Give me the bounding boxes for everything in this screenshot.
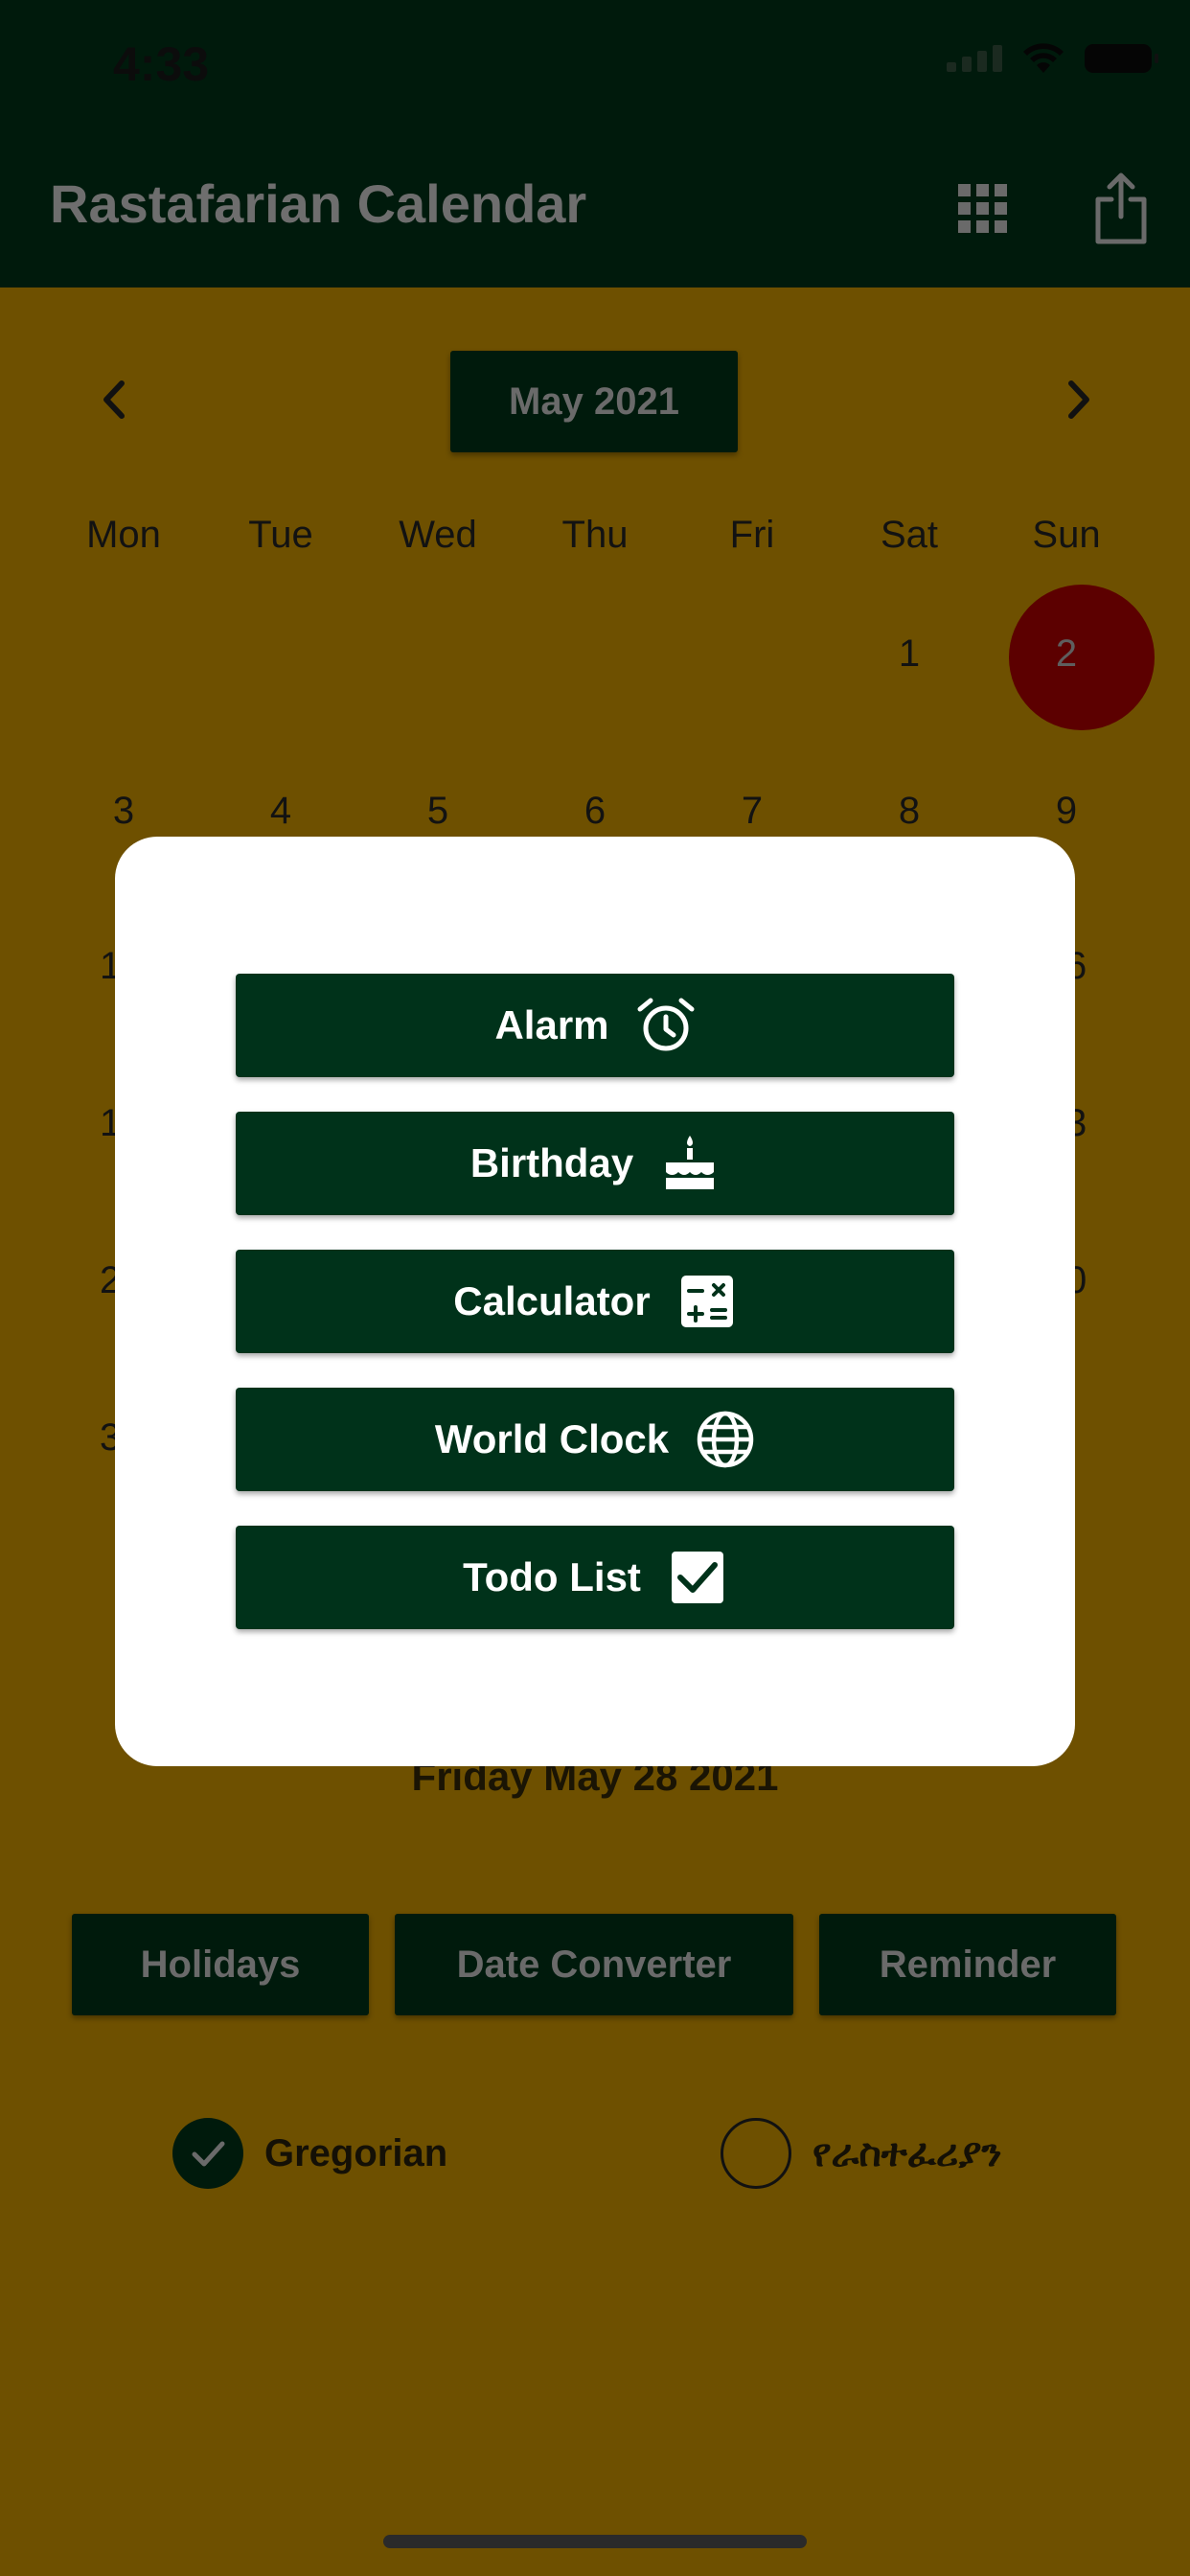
calculator-button[interactable]: Calculator — [236, 1250, 954, 1353]
cellular-signal-icon — [947, 45, 1002, 72]
month-picker-button[interactable]: May 2021 — [450, 351, 738, 452]
calendar-day[interactable] — [202, 632, 359, 676]
alarm-button-label: Alarm — [494, 1002, 609, 1047]
calendar-day[interactable] — [359, 632, 516, 676]
weekday-label: Mon — [86, 514, 161, 556]
calendar-day[interactable] — [45, 632, 202, 676]
weekday-label: Wed — [399, 514, 477, 556]
calendar-day[interactable]: 3 — [45, 790, 202, 833]
status-icons — [947, 42, 1158, 75]
calendar-type-selector: Gregorian የራስተፈሪያን — [0, 2118, 1190, 2195]
home-indicator[interactable] — [383, 2535, 807, 2548]
share-icon[interactable] — [1092, 172, 1150, 245]
holidays-button[interactable]: Holidays — [72, 1914, 369, 2015]
calendar-day[interactable]: 5 — [359, 790, 516, 833]
calendar-day-number: 2 — [1055, 632, 1078, 675]
calendar-day[interactable]: 9 — [988, 790, 1145, 833]
weekday-label: Fri — [729, 514, 775, 556]
radio-checked-icon — [172, 2118, 243, 2189]
world-clock-button[interactable]: World Clock — [236, 1388, 954, 1491]
gregorian-label: Gregorian — [264, 2131, 448, 2174]
calendar-day[interactable]: 7 — [674, 790, 831, 833]
globe-icon — [697, 1411, 754, 1468]
date-converter-button[interactable]: Date Converter — [395, 1914, 793, 2015]
wifi-icon — [1023, 43, 1064, 73]
status-time: 4:33 — [113, 37, 210, 91]
app-bar: Rastafarian Calendar — [0, 134, 1190, 288]
weekday-label: Thu — [561, 514, 629, 556]
calendar-week-row: 3 4 5 6 7 8 9 — [45, 790, 1172, 833]
weekday-label: Tue — [248, 514, 313, 556]
rastafarian-label: የራስተፈሪያን — [812, 2131, 1002, 2174]
calendar-day[interactable] — [516, 632, 674, 676]
calendar-day[interactable]: 6 — [516, 790, 674, 833]
app-title: Rastafarian Calendar — [50, 173, 587, 234]
calendar-day[interactable] — [674, 632, 831, 676]
birthday-button-label: Birthday — [469, 1140, 634, 1185]
grid-icon[interactable] — [958, 184, 1008, 234]
rastafarian-radio[interactable]: የራስተፈሪያን — [721, 2118, 1001, 2189]
checkbox-icon — [671, 1552, 723, 1603]
todo-list-button-label: Todo List — [463, 1554, 641, 1599]
calendar-week-row: 1 2 — [45, 585, 1172, 730]
weekday-label: Sun — [1032, 514, 1101, 556]
calendar-day[interactable]: 1 — [831, 632, 988, 676]
month-navigation: May 2021 — [0, 347, 1190, 452]
birthday-button[interactable]: Birthday — [236, 1112, 954, 1215]
battery-icon — [1085, 44, 1158, 73]
chevron-left-icon[interactable] — [91, 376, 139, 424]
calculator-button-label: Calculator — [453, 1278, 651, 1323]
calendar-day[interactable]: 8 — [831, 790, 988, 833]
todo-list-button[interactable]: Todo List — [236, 1526, 954, 1629]
alarm-button[interactable]: Alarm — [236, 974, 954, 1077]
reminder-button[interactable]: Reminder — [819, 1914, 1116, 2015]
gregorian-radio[interactable]: Gregorian — [172, 2118, 447, 2189]
weekday-label: Sat — [880, 514, 939, 556]
tools-modal: Alarm Birthday Calculator World Clock To… — [115, 837, 1075, 1766]
alarm-clock-icon — [637, 998, 695, 1051]
weekday-header: Mon Tue Wed Thu Fri Sat Sun — [45, 514, 1172, 557]
birthday-cake-icon — [666, 1136, 715, 1189]
checkmark-icon — [192, 2141, 225, 2167]
action-buttons: Holidays Date Converter Reminder — [72, 1914, 1116, 2015]
radio-unchecked-icon — [721, 2118, 791, 2189]
world-clock-button-label: World Clock — [434, 1416, 670, 1461]
status-bar: 4:33 — [0, 0, 1190, 134]
chevron-right-icon[interactable] — [1054, 376, 1102, 424]
calendar-day-selected[interactable]: 2 — [988, 585, 1155, 730]
calendar-day[interactable]: 4 — [202, 790, 359, 833]
calculator-icon — [680, 1276, 733, 1327]
